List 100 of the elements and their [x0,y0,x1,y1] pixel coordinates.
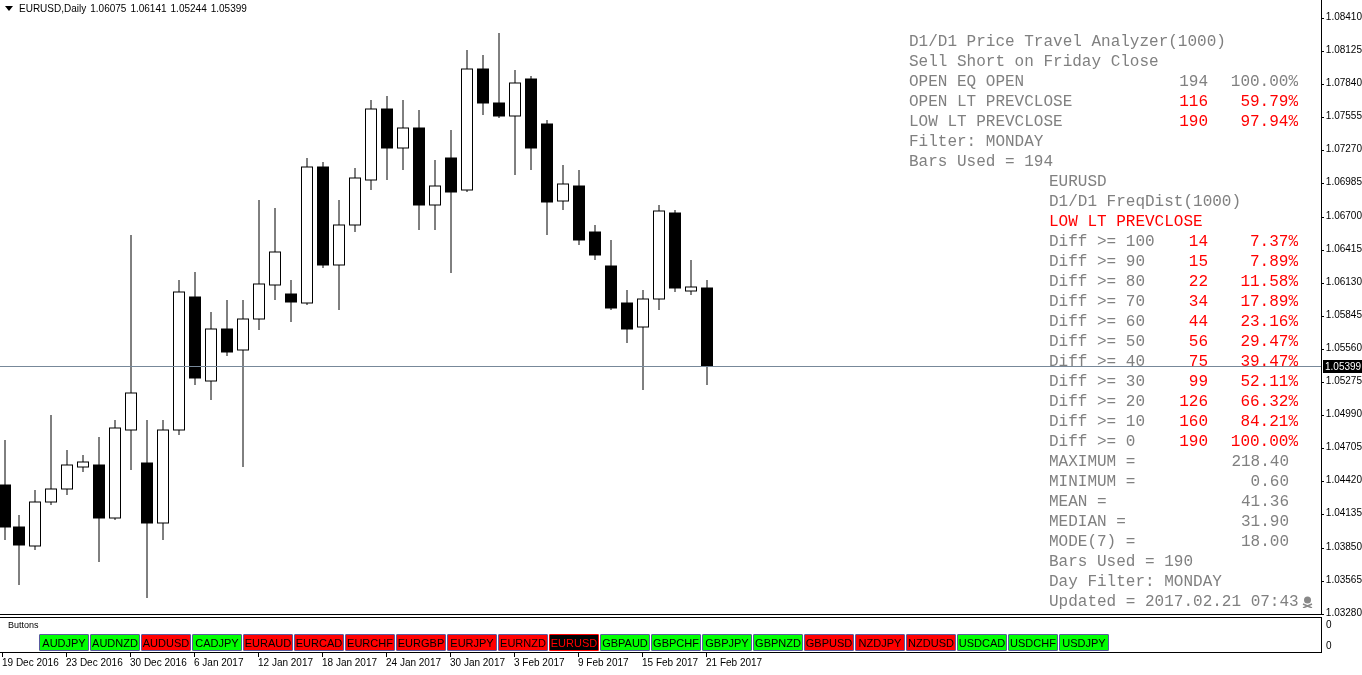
percent-value: 7.89% [1249,252,1298,272]
condition-label: OPEN EQ OPEN [909,72,1026,92]
symbol-button[interactable]: EURJPY [447,634,497,651]
price-label: 1.06985 [1325,176,1362,188]
symbol-button[interactable]: EURNZD [498,634,548,651]
date-label: 3 Feb 2017 [514,657,565,668]
symbol-button[interactable]: EURAUD [243,634,293,651]
diff-label: Diff >= 70 [1049,292,1146,312]
bars-used-text: Bars Used = 190 [1049,552,1195,572]
candle [589,224,601,261]
percent-value: 84.21% [1239,412,1298,432]
count-value: 99 [1187,372,1208,392]
symbol-button[interactable]: EURCHF [345,634,395,651]
count-value: 190 [1178,112,1208,132]
count-value: 190 [1178,432,1208,452]
symbol-button[interactable]: NZDUSD [906,634,956,651]
price-label: 1.03565 [1325,573,1362,585]
date-label: 21 Feb 2017 [706,657,763,668]
candle [605,239,617,311]
count-value: 116 [1178,92,1208,112]
count-value: 14 [1187,232,1208,252]
diff-label: Diff >= 60 [1049,312,1146,332]
skull-icon [1301,596,1313,608]
date-label: 30 Dec 2016 [130,657,187,668]
axis-label: 0 [1326,640,1333,651]
price-label: 1.03850 [1325,540,1362,552]
diff-label: Diff >= 90 [1049,252,1146,272]
date-label: 30 Jan 2017 [450,657,506,668]
axis-label: 0 [1326,619,1333,630]
date-label: 18 Jan 2017 [322,657,378,668]
symbol-button[interactable]: EURCAD [294,634,344,651]
candle [13,514,25,586]
symbol-button[interactable]: USDCHF [1008,634,1058,651]
symbol-button[interactable]: AUDJPY [39,634,89,651]
date-label: 12 Jan 2017 [258,657,314,668]
date-label: 23 Dec 2016 [66,657,123,668]
price-label: 1.04135 [1325,507,1362,519]
price-label: 1.06130 [1325,275,1362,287]
freqdist-title: D1/D1 FreqDist(1000) [1049,192,1243,212]
diff-label: Diff >= 0 [1049,432,1137,452]
percent-value: 100.00% [1229,72,1298,92]
price-label: 1.04420 [1325,474,1362,486]
dropdown-icon[interactable] [5,6,13,11]
candle [397,99,409,171]
candle [77,454,89,473]
percent-value: 11.58% [1239,272,1298,292]
symbol-text: EURUSD [1049,172,1108,192]
diff-label: Diff >= 100 [1049,232,1156,252]
price-label: 1.04990 [1325,408,1362,420]
symbol-button[interactable]: GBPCHF [651,634,701,651]
price-label: 1.07840 [1325,77,1362,89]
symbol-button[interactable]: GBPNZD [753,634,803,651]
count-value: 34 [1187,292,1208,312]
symbol-button[interactable]: USDCAD [957,634,1007,651]
date-label: 19 Dec 2016 [2,657,59,668]
symbol-button[interactable]: EURGBP [396,634,446,651]
updated-text: Updated = 2017.02.21 07:43 [1049,592,1299,612]
stat-label: MAXIMUM = [1049,452,1137,472]
price-label: 1.08125 [1325,44,1362,56]
symbol-button[interactable]: EURUSD [549,634,599,651]
candle [477,54,489,116]
candle [685,259,697,296]
count-value: 126 [1178,392,1208,412]
symbol-button[interactable]: GBPJPY [702,634,752,651]
stat-value: 218.40 [1230,452,1289,472]
diff-label: Diff >= 30 [1049,372,1146,392]
price-label: 1.05560 [1325,341,1362,353]
price-label: 1.03280 [1325,606,1362,618]
filter-text: Filter: MONDAY [909,132,1045,152]
candle [557,164,569,211]
stat-label: MINIMUM = [1049,472,1137,492]
price-label: 1.05275 [1325,375,1362,387]
symbol-button[interactable]: NZDJPY [855,634,905,651]
symbol-button[interactable]: GBPUSD [804,634,854,651]
candle [285,279,297,323]
price-label: 1.06415 [1325,242,1362,254]
candle [621,289,633,344]
diff-label: Diff >= 50 [1049,332,1146,352]
price-label: 1.05845 [1325,308,1362,320]
candle [221,299,233,357]
symbol-button[interactable]: GBPAUD [600,634,650,651]
symbol-button[interactable]: AUDNZD [90,634,140,651]
price-label: 1.07270 [1325,143,1362,155]
count-value: 194 [1178,72,1208,92]
diff-label: Diff >= 40 [1049,352,1146,372]
ohlc-value: 1.06141 [130,3,167,14]
percent-value: 66.32% [1239,392,1298,412]
date-label: 6 Jan 2017 [194,657,244,668]
price-label: 1.04705 [1325,441,1362,453]
analyzer-subtitle: Sell Short on Friday Close [909,52,1160,72]
symbol-button[interactable]: CADJPY [192,634,242,651]
count-value: 160 [1178,412,1208,432]
day-filter-text: Day Filter: MONDAY [1049,572,1223,592]
ohlc-value: 1.06075 [90,3,127,14]
diff-label: Diff >= 80 [1049,272,1146,292]
percent-value: 59.79% [1239,92,1298,112]
symbol-button[interactable]: USDJPY [1059,634,1109,651]
chart-title: EURUSD,Daily [19,3,87,14]
symbol-button[interactable]: AUDUSD [141,634,191,651]
condition-label: OPEN LT PREVCLOSE [909,92,1074,112]
